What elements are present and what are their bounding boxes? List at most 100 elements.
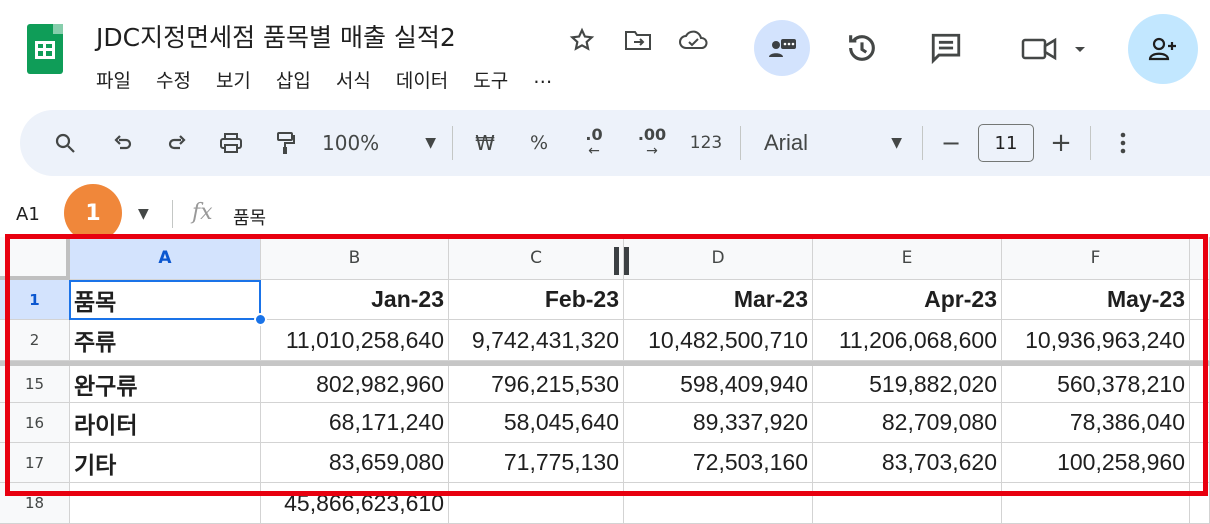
cell-b1[interactable]: Jan-23 — [261, 280, 449, 320]
fx-icon: fx — [192, 200, 213, 225]
cell-c17[interactable]: 71,775,130 — [449, 443, 624, 483]
font-size-input[interactable]: 11 — [978, 110, 1034, 176]
cloud-saved-icon[interactable] — [676, 24, 712, 56]
cell-b17[interactable]: 83,659,080 — [261, 443, 449, 483]
sheets-logo[interactable] — [27, 24, 63, 74]
cell-c1[interactable]: Feb-23 — [449, 280, 624, 320]
menu-data[interactable]: 데이터 — [396, 66, 448, 93]
frozen-rows-divider[interactable] — [0, 361, 1210, 366]
cell-a16[interactable]: 라이터 — [70, 403, 261, 443]
menu-view[interactable]: 보기 — [216, 66, 251, 93]
column-header-overflow[interactable] — [1190, 237, 1210, 280]
divider — [172, 200, 173, 228]
cell-overflow[interactable] — [1190, 443, 1210, 483]
formula-input[interactable]: 품목 — [233, 204, 266, 230]
chevron-down-icon[interactable]: ▼ — [138, 206, 149, 222]
cell-overflow[interactable] — [1190, 280, 1210, 320]
cell-e17[interactable]: 83,703,620 — [813, 443, 1002, 483]
menu-edit[interactable]: 수정 — [156, 66, 191, 93]
cell-c18[interactable] — [449, 483, 624, 524]
meet-video-icon[interactable] — [1018, 30, 1090, 68]
cell-e2[interactable]: 11,206,068,600 — [813, 320, 1002, 361]
comments-icon[interactable] — [926, 28, 966, 68]
cell-f2[interactable]: 10,936,963,240 — [1002, 320, 1190, 361]
cell-b2[interactable]: 11,010,258,640 — [261, 320, 449, 361]
column-header-c[interactable]: C — [449, 237, 624, 280]
row-header-17[interactable]: 17 — [0, 443, 70, 483]
cell-b18[interactable]: 45,866,623,610 — [261, 483, 449, 524]
column-header-b[interactable]: B — [261, 237, 449, 280]
cell-e18[interactable] — [813, 483, 1002, 524]
menu-more[interactable]: … — [533, 66, 552, 93]
cell-d1[interactable]: Mar-23 — [624, 280, 813, 320]
cell-overflow[interactable] — [1190, 403, 1210, 443]
name-box[interactable]: A1 — [16, 204, 40, 225]
font-select[interactable]: Arial ▼ — [764, 110, 902, 176]
column-header-e[interactable]: E — [813, 237, 1002, 280]
cell-d2[interactable]: 10,482,500,710 — [624, 320, 813, 361]
cell-d15[interactable]: 598,409,940 — [624, 366, 813, 403]
row-header-18[interactable]: 18 — [0, 483, 70, 524]
move-to-folder-icon[interactable] — [622, 24, 654, 56]
row-header-1[interactable]: 1 — [0, 280, 70, 320]
undo-icon[interactable] — [106, 110, 140, 176]
cell-d18[interactable] — [624, 483, 813, 524]
cell-d17[interactable]: 72,503,160 — [624, 443, 813, 483]
version-history-icon[interactable] — [842, 28, 882, 68]
cell-overflow[interactable] — [1190, 366, 1210, 403]
cell-f15[interactable]: 560,378,210 — [1002, 366, 1190, 403]
cell-a17[interactable]: 기타 — [70, 443, 261, 483]
menu-tools[interactable]: 도구 — [473, 66, 508, 93]
cell-e16[interactable]: 82,709,080 — [813, 403, 1002, 443]
people-chat-icon — [769, 39, 796, 57]
column-header-d[interactable]: D — [624, 237, 813, 280]
currency-format-button[interactable]: ₩ — [468, 110, 502, 176]
cell-e15[interactable]: 519,882,020 — [813, 366, 1002, 403]
menu-insert[interactable]: 삽입 — [276, 66, 311, 93]
row-header-16[interactable]: 16 — [0, 403, 70, 443]
print-icon[interactable] — [214, 110, 248, 176]
percent-format-button[interactable]: % — [522, 110, 556, 176]
document-title[interactable]: JDC지정면세점 품목별 매출 실적2 — [96, 18, 456, 54]
cell-overflow[interactable] — [1190, 483, 1210, 524]
column-resize-handle[interactable] — [614, 247, 632, 275]
row-header-15[interactable]: 15 — [0, 366, 70, 403]
cell-b16[interactable]: 68,171,240 — [261, 403, 449, 443]
cell-c16[interactable]: 58,045,640 — [449, 403, 624, 443]
cell-overflow[interactable] — [1190, 320, 1210, 361]
cell-a15[interactable]: 완구류 — [70, 366, 261, 403]
menu-format[interactable]: 서식 — [336, 66, 371, 93]
decrease-decimal-button[interactable]: .0 ← — [574, 110, 614, 176]
star-icon[interactable] — [566, 24, 598, 56]
cell-f1[interactable]: May-23 — [1002, 280, 1190, 320]
row-header-2[interactable]: 2 — [0, 320, 70, 361]
cell-d16[interactable]: 89,337,920 — [624, 403, 813, 443]
cell-a18[interactable] — [70, 483, 261, 524]
redo-icon[interactable] — [160, 110, 194, 176]
cell-f16[interactable]: 78,386,040 — [1002, 403, 1190, 443]
meet-presence-button[interactable] — [754, 20, 810, 76]
increase-decimal-button[interactable]: .00 → — [630, 110, 674, 176]
cell-e1[interactable]: Apr-23 — [813, 280, 1002, 320]
cell-a2[interactable]: 주류 — [70, 320, 261, 361]
add-person-icon — [1148, 37, 1176, 61]
cell-f18[interactable] — [1002, 483, 1190, 524]
chevron-down-icon: ▼ — [891, 135, 902, 151]
cell-f17[interactable]: 100,258,960 — [1002, 443, 1190, 483]
paint-format-icon[interactable] — [268, 110, 302, 176]
fill-handle[interactable] — [254, 313, 267, 326]
column-header-f[interactable]: F — [1002, 237, 1190, 280]
menu-file[interactable]: 파일 — [96, 66, 131, 93]
more-formats-button[interactable]: 123 — [686, 110, 726, 176]
decrease-font-size-button[interactable]: − — [934, 110, 968, 176]
cell-c2[interactable]: 9,742,431,320 — [449, 320, 624, 361]
search-menus-icon[interactable] — [48, 110, 82, 176]
zoom-select[interactable]: 100% ▼ — [322, 110, 436, 176]
column-header-a[interactable]: A — [70, 237, 261, 280]
increase-font-size-button[interactable]: + — [1044, 110, 1078, 176]
cell-c15[interactable]: 796,215,530 — [449, 366, 624, 403]
cell-b15[interactable]: 802,982,960 — [261, 366, 449, 403]
more-options-icon[interactable] — [1106, 110, 1140, 176]
select-all-corner[interactable] — [0, 237, 70, 280]
share-button[interactable] — [1128, 14, 1198, 84]
